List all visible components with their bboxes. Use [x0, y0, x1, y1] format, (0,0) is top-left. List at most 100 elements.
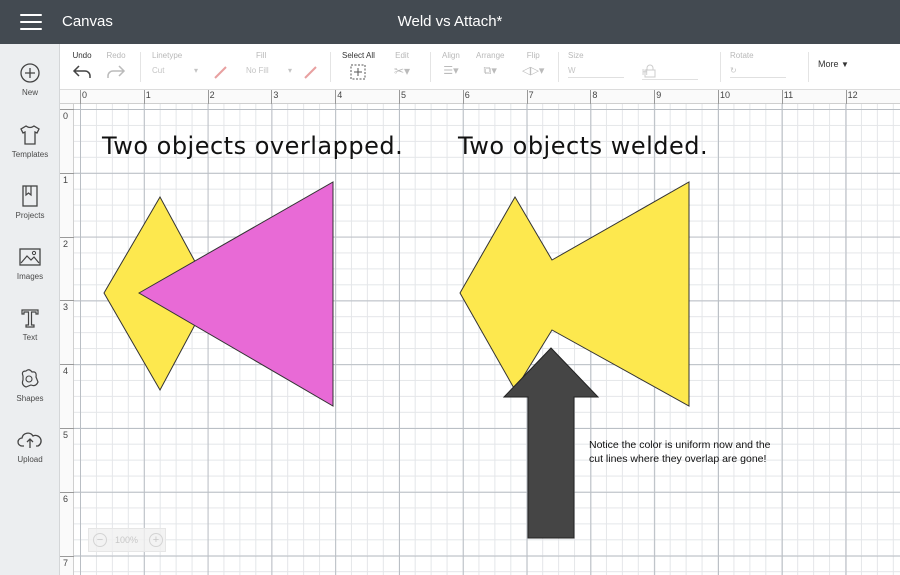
title-bar: Canvas Weld vs Attach* [0, 0, 900, 44]
ruler-tick [654, 90, 656, 104]
sidebar-item-label: Templates [11, 150, 49, 159]
horizontal-ruler: 0 1 2 3 4 5 6 7 8 9 10 11 12 [60, 90, 900, 104]
rotate-label: Rotate [730, 51, 754, 60]
text-icon [21, 309, 39, 328]
fill-control[interactable]: Fill No Fill [246, 51, 294, 78]
more-label: More [818, 59, 839, 69]
redo-icon [106, 64, 126, 83]
ruler-tick [60, 236, 74, 238]
sidebar-item-shapes[interactable]: Shapes [0, 366, 60, 403]
ruler-tick [80, 90, 81, 104]
rotate-control[interactable]: Rotate ↻ [730, 51, 786, 78]
flip-button[interactable]: Flip ◁▷▾ [522, 51, 544, 78]
sidebar-item-label: Upload [17, 455, 43, 464]
select-all-icon [350, 64, 366, 80]
ruler-label: 6 [63, 493, 69, 504]
flip-label: Flip [526, 51, 540, 60]
ruler-tick [718, 90, 719, 104]
cloud-upload-icon [17, 432, 42, 448]
size-height-control[interactable]: H [642, 66, 698, 80]
more-dropdown[interactable]: More ▼ [818, 59, 849, 69]
document-title: Weld vs Attach* [397, 13, 503, 30]
ruler-tick [335, 90, 337, 104]
ruler-label: 3 [63, 302, 69, 313]
ruler-tick [526, 90, 528, 104]
ruler-tick [143, 90, 145, 104]
rotate-field[interactable]: ↻ [730, 64, 786, 78]
select-all-label: Select All [342, 51, 375, 60]
sidebar-item-text[interactable]: Text [0, 305, 60, 342]
zoom-control: − 100% + [88, 528, 166, 552]
ruler-label: 12 [847, 90, 858, 100]
undo-label: Undo [72, 51, 92, 60]
sidebar-item-images[interactable]: Images [0, 244, 60, 281]
size-label: Size [568, 51, 584, 60]
toolbar-divider [330, 52, 331, 82]
ruler-tick [781, 90, 783, 104]
ruler-label: 3 [273, 90, 279, 100]
align-label: Align [442, 51, 460, 60]
ruler-tick [590, 90, 592, 104]
size-width-control[interactable]: Size W [568, 51, 624, 78]
left-sidebar: New Templates Projects Images Text Shape… [0, 44, 60, 575]
toolbar-divider [140, 52, 141, 82]
align-icon: ☰▾ [443, 65, 459, 77]
ruler-tick [462, 90, 464, 104]
ruler-label: 8 [592, 90, 598, 100]
select-all-button[interactable]: Select All [342, 51, 375, 82]
ruler-label: 7 [528, 90, 534, 100]
ruler-tick [60, 109, 74, 110]
note-line-1: Notice the color is uniform now and the [589, 439, 771, 451]
undo-button[interactable]: Undo [72, 51, 92, 83]
image-icon [19, 248, 41, 266]
scissors-icon: ✂▾ [394, 64, 411, 78]
sidebar-item-label: Projects [15, 211, 45, 220]
toolbar-divider [720, 52, 721, 82]
linetype-dropdown[interactable]: Cut [152, 64, 200, 78]
ruler-label: 2 [209, 90, 215, 100]
ruler-tick [60, 364, 74, 366]
ruler-label: 1 [63, 174, 69, 185]
sidebar-item-label: Shapes [16, 394, 44, 403]
flip-icon: ◁▷▾ [522, 65, 545, 77]
width-field[interactable]: W [568, 64, 624, 78]
pen-icon [304, 66, 317, 79]
ruler-label: 4 [337, 90, 343, 100]
edit-button[interactable]: Edit ✂▾ [394, 51, 410, 78]
ruler-label: 7 [63, 557, 69, 568]
ruler-label: 6 [464, 90, 470, 100]
ruler-label: 4 [63, 366, 69, 377]
shapes-icon [21, 369, 39, 388]
linetype-label: Linetype [152, 51, 183, 60]
zoom-out-button[interactable]: − [93, 533, 107, 547]
ruler-label: 5 [401, 90, 407, 100]
sidebar-item-label: Images [16, 272, 44, 281]
ruler-tick [207, 90, 209, 104]
pen-icon [214, 66, 227, 79]
sidebar-item-upload[interactable]: Upload [0, 427, 60, 464]
fill-dropdown[interactable]: No Fill [246, 64, 294, 78]
redo-button[interactable]: Redo [106, 51, 126, 83]
ruler-label: 0 [63, 111, 69, 121]
align-button[interactable]: Align ☰▾ [442, 51, 460, 78]
vertical-ruler: 0 1 2 3 4 5 6 7 [60, 104, 74, 575]
height-field[interactable]: H [642, 66, 698, 80]
design-canvas[interactable]: Two objects overlapped. Two objects weld… [74, 104, 900, 575]
sidebar-item-templates[interactable]: Templates [0, 122, 60, 159]
zoom-in-button[interactable]: + [149, 533, 163, 547]
rotate-icon: ↻ [730, 66, 737, 75]
linetype-control[interactable]: Linetype Cut [152, 51, 200, 78]
fill-color-swatch[interactable] [302, 51, 320, 82]
sidebar-item-new[interactable]: New [0, 60, 60, 97]
sidebar-item-projects[interactable]: Projects [0, 183, 60, 220]
line-color-swatch[interactable] [212, 51, 230, 82]
undo-icon [72, 64, 92, 83]
ruler-label: 1 [145, 90, 151, 100]
ruler-label: 11 [783, 90, 794, 100]
arrange-icon: ⧉▾ [483, 65, 497, 77]
ruler-tick [60, 491, 74, 493]
toolbar-divider [430, 52, 431, 82]
arrange-button[interactable]: Arrange ⧉▾ [476, 51, 504, 78]
edit-label: Edit [395, 51, 409, 60]
caret-down-icon: ▼ [841, 60, 849, 69]
